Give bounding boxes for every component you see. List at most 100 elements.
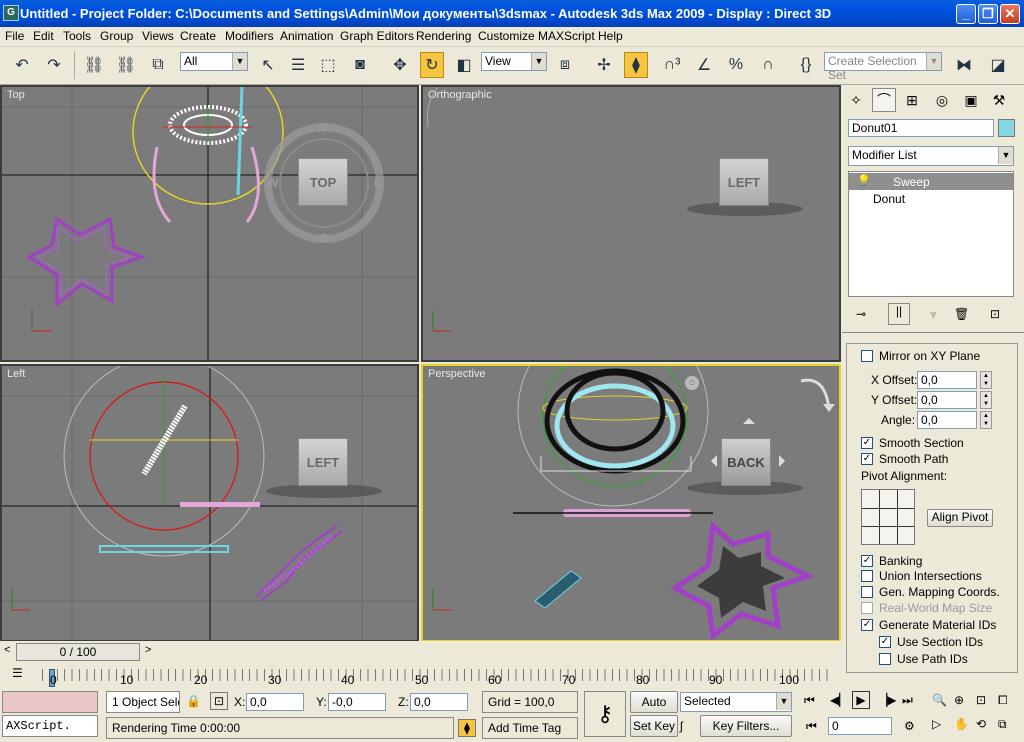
- key-filters-button[interactable]: Key Filters...: [700, 715, 792, 737]
- y-offset-field[interactable]: 0,0: [917, 391, 977, 409]
- bind-space-warp-icon[interactable]: ⧉: [146, 52, 170, 78]
- viewport-left[interactable]: Left LEFT: [0, 364, 419, 642]
- modifier-list-dropdown[interactable]: Modifier List ▼: [848, 146, 1014, 166]
- ref-coord-dropdown[interactable]: View ▼: [481, 52, 547, 71]
- banking-checkbox[interactable]: ✓: [861, 555, 873, 567]
- display-tab-icon[interactable]: ▣: [959, 88, 983, 112]
- mirror-icon[interactable]: ⧓: [952, 52, 976, 78]
- angle-field[interactable]: 0,0: [917, 411, 977, 429]
- scale-icon[interactable]: ◧: [452, 52, 476, 78]
- stack-item-sweep[interactable]: 💡 Sweep: [849, 173, 1013, 190]
- key-mode-dropdown[interactable]: Selected ▼: [680, 692, 792, 712]
- menu-graph-editors[interactable]: Graph Editors: [340, 29, 414, 43]
- close-button[interactable]: ✕: [1000, 4, 1020, 24]
- selection-filter-dropdown[interactable]: All ▼: [180, 52, 248, 71]
- show-end-result-icon[interactable]: ||: [888, 303, 910, 325]
- utilities-tab-icon[interactable]: ⚒: [987, 88, 1011, 112]
- mini-curve-editor-icon[interactable]: ☰: [12, 666, 23, 680]
- unlink-icon[interactable]: ⛓: [114, 52, 138, 78]
- percent-snap-icon[interactable]: %: [724, 52, 748, 78]
- align-icon[interactable]: ◪: [986, 52, 1010, 78]
- pan-icon[interactable]: ✋: [954, 717, 969, 731]
- prev-frame-icon[interactable]: <: [4, 644, 10, 656]
- rect-selection-icon[interactable]: ⬚: [316, 52, 340, 78]
- viewport-perspective[interactable]: Perspective BACK ⌂: [421, 364, 841, 642]
- viewcube[interactable]: LEFT: [719, 158, 769, 206]
- align-pivot-button[interactable]: Align Pivot: [927, 509, 993, 527]
- current-frame-field[interactable]: 0: [828, 717, 892, 735]
- use-path-ids-radio[interactable]: [879, 653, 891, 665]
- lightbulb-icon[interactable]: 💡: [857, 174, 871, 187]
- time-slider[interactable]: < 0 / 100 >: [0, 641, 842, 663]
- set-key-button[interactable]: Set Key: [630, 715, 678, 737]
- auto-key-button[interactable]: Auto Key: [630, 691, 678, 729]
- motion-tab-icon[interactable]: ◎: [930, 88, 954, 112]
- menu-views[interactable]: Views: [142, 29, 174, 43]
- prev-key-icon[interactable]: ◀▏: [830, 693, 848, 707]
- key-mode-toggle-icon[interactable]: ⏮: [806, 719, 817, 734]
- move-icon[interactable]: ✥: [388, 52, 412, 78]
- pivot-alignment-grid[interactable]: [861, 489, 915, 545]
- edit-named-selection-icon[interactable]: {}: [794, 52, 818, 78]
- time-slider-thumb[interactable]: 0 / 100: [16, 643, 140, 661]
- add-time-tag[interactable]: Add Time Tag: [482, 717, 578, 739]
- rotate-icon[interactable]: ↻: [420, 52, 444, 78]
- angle-snap-icon[interactable]: ∠: [692, 52, 716, 78]
- hierarchy-tab-icon[interactable]: ⊞: [900, 88, 924, 112]
- minimize-button[interactable]: _: [956, 4, 976, 24]
- menu-maxscript[interactable]: MAXScript: [538, 29, 595, 43]
- menu-customize[interactable]: Customize: [478, 29, 535, 43]
- remove-modifier-icon[interactable]: 🗑: [954, 307, 969, 321]
- make-unique-icon[interactable]: ⩔: [930, 307, 937, 322]
- y-coordinate-field[interactable]: -0,0: [328, 693, 386, 711]
- go-to-end-icon[interactable]: ⏭: [902, 693, 913, 708]
- x-offset-field[interactable]: 0,0: [917, 371, 977, 389]
- go-to-start-icon[interactable]: ⏮: [804, 693, 815, 708]
- viewcube[interactable]: BACK: [721, 438, 771, 486]
- absolute-mode-icon[interactable]: ⊡: [210, 692, 228, 710]
- viewcube[interactable]: LEFT: [298, 438, 348, 486]
- maxscript-listener-pink[interactable]: [2, 691, 98, 713]
- create-tab-icon[interactable]: ✧: [844, 88, 868, 112]
- viewcube[interactable]: TOP: [298, 158, 348, 206]
- snaps-toggle-icon[interactable]: ∩³: [660, 52, 684, 78]
- zoom-all-icon[interactable]: ⊕: [954, 693, 964, 707]
- angle-spinner[interactable]: ▲ ▼: [980, 411, 992, 429]
- menu-file[interactable]: File: [5, 29, 24, 43]
- viewport-orthographic[interactable]: Orthographic LEFT: [421, 85, 841, 362]
- home-icon[interactable]: ⌂: [685, 376, 699, 390]
- time-tag-icon[interactable]: ⧫: [458, 719, 476, 737]
- select-object-icon[interactable]: ↖: [256, 52, 280, 78]
- zoom-extents-icon[interactable]: ⊡: [976, 693, 986, 707]
- orbit-icon[interactable]: ⟲: [976, 717, 986, 731]
- pin-stack-icon[interactable]: ⊸: [856, 307, 866, 321]
- spinner-snap-icon[interactable]: ∩: [756, 52, 780, 78]
- select-by-name-icon[interactable]: ☰: [286, 52, 310, 78]
- track-bar[interactable]: ☰ 0 10 20 30 40 50 60 70 80 90 100: [0, 663, 842, 689]
- smooth-section-checkbox[interactable]: ✓: [861, 437, 873, 449]
- menu-rendering[interactable]: Rendering: [416, 29, 471, 43]
- maximize-button[interactable]: ❐: [978, 4, 998, 24]
- set-key-icon[interactable]: ⚷: [584, 691, 626, 737]
- named-selection-set-field[interactable]: Create Selection Set ▼: [824, 52, 942, 82]
- maximize-viewport-icon[interactable]: ⧉: [998, 717, 1007, 732]
- menu-edit[interactable]: Edit: [33, 29, 54, 43]
- object-color-swatch[interactable]: [998, 119, 1015, 137]
- zoom-extents-all-icon[interactable]: ⧠: [998, 693, 1008, 708]
- viewport-top[interactable]: Top N E S W TOP: [0, 85, 419, 362]
- menu-help[interactable]: Help: [598, 29, 623, 43]
- redo-icon[interactable]: ↷: [42, 52, 66, 78]
- object-name-field[interactable]: Donut01: [848, 119, 994, 137]
- y-offset-spinner[interactable]: ▲ ▼: [980, 391, 992, 409]
- smooth-path-checkbox[interactable]: ✓: [861, 453, 873, 465]
- play-icon[interactable]: ▶: [852, 691, 870, 709]
- select-manipulate-icon[interactable]: ✢: [592, 52, 616, 78]
- next-key-icon[interactable]: ▕▶: [878, 693, 896, 707]
- menu-modifiers[interactable]: Modifiers: [225, 29, 274, 43]
- stack-item-donut[interactable]: Donut: [873, 192, 905, 206]
- keyboard-shortcut-toggle-icon[interactable]: ⧫: [624, 52, 648, 78]
- x-coordinate-field[interactable]: 0,0: [246, 693, 304, 711]
- menu-tools[interactable]: Tools: [63, 29, 91, 43]
- real-world-checkbox[interactable]: [861, 602, 873, 614]
- undo-icon[interactable]: ↶: [10, 52, 34, 78]
